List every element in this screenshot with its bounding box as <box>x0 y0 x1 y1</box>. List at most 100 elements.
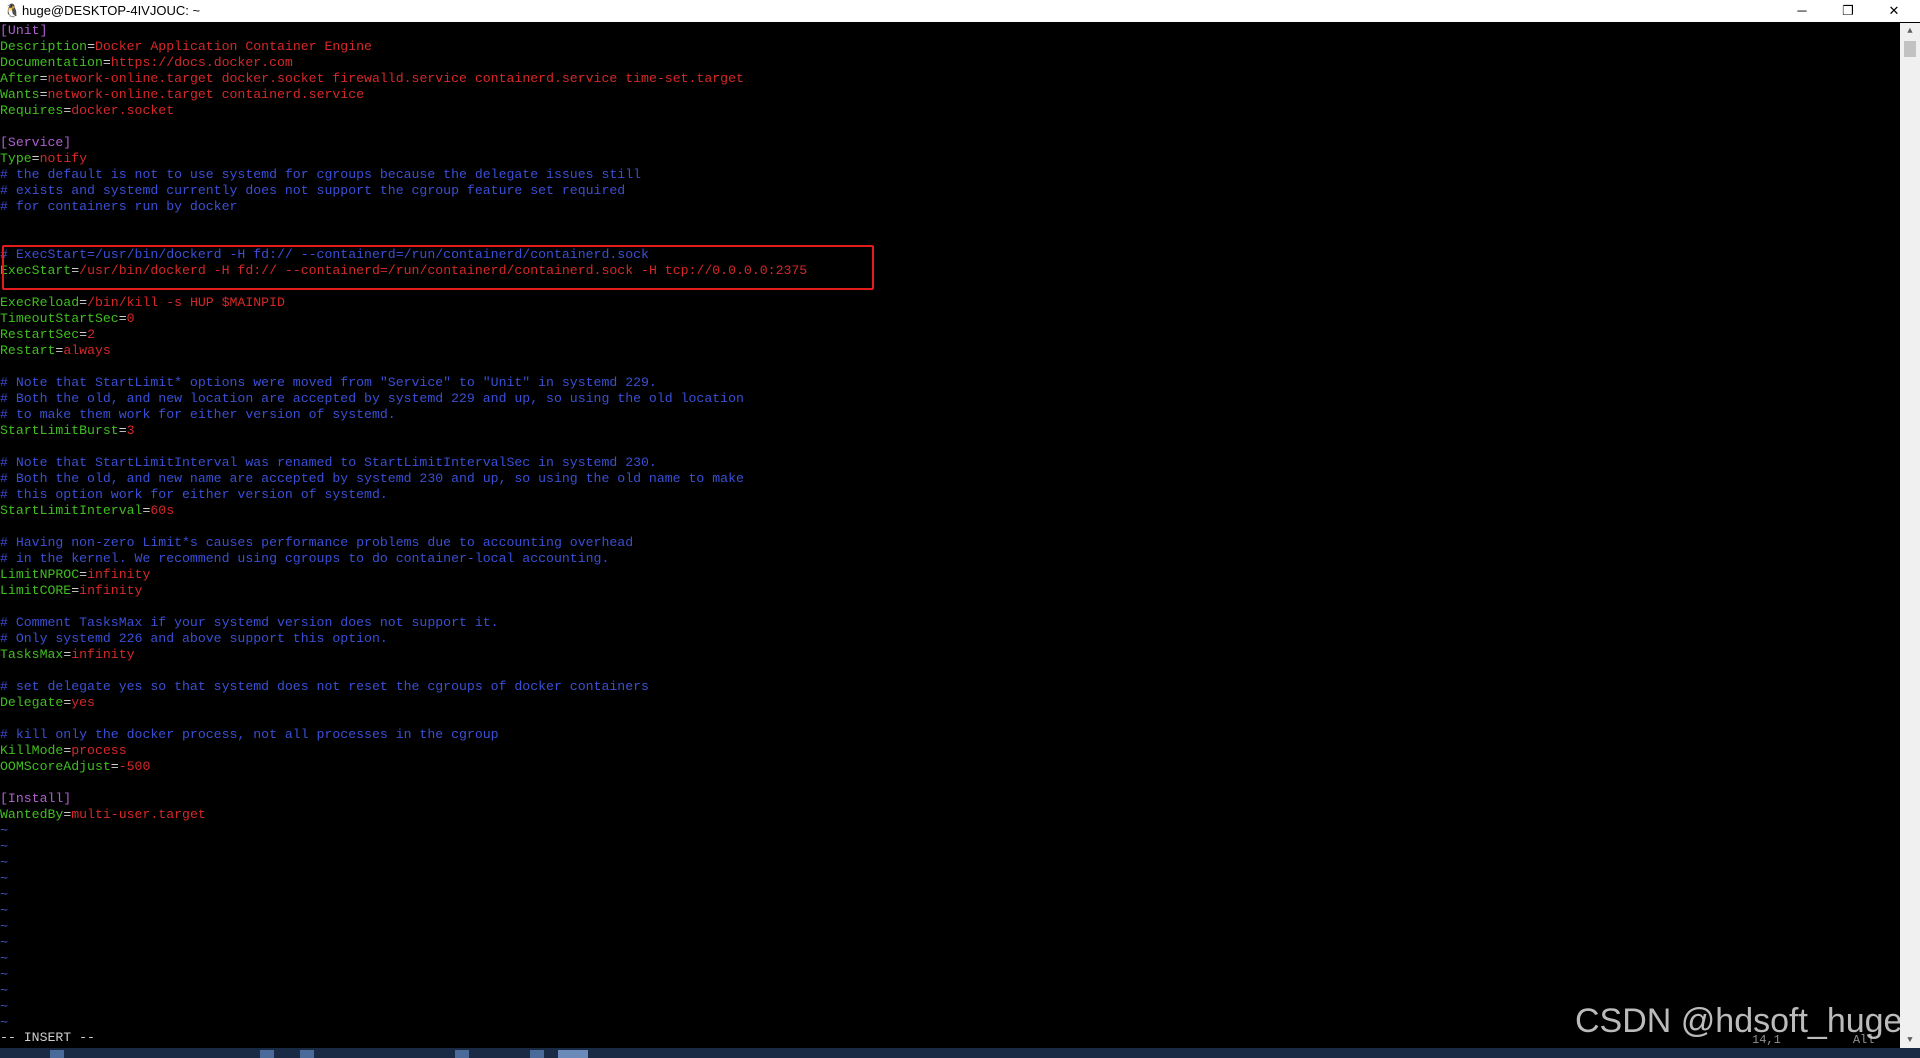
editor-line[interactable]: # Note that StartLimitInterval was renam… <box>0 455 657 471</box>
terminal-area[interactable]: [Unit] Description=Docker Application Con… <box>0 23 1900 1048</box>
comment-text: # for containers run by docker <box>0 199 238 214</box>
config-value: network-online.target containerd.service <box>47 87 365 102</box>
comment-text: # Comment TasksMax if your systemd versi… <box>0 615 499 630</box>
config-value: infinity <box>71 647 135 662</box>
vim-mode-indicator: -- INSERT -- <box>0 1030 95 1045</box>
editor-line[interactable]: Description=Docker Application Container… <box>0 39 372 55</box>
taskbar-app-icon[interactable] <box>260 1050 274 1058</box>
editor-line[interactable]: # Only systemd 226 and above support thi… <box>0 631 388 647</box>
equals-sign: = <box>79 295 88 310</box>
config-value: yes <box>71 695 95 710</box>
empty-buffer-line[interactable]: ~ <box>0 855 8 871</box>
scroll-up-icon[interactable]: ▲ <box>1900 23 1920 39</box>
editor-line[interactable]: # to make them work for either version o… <box>0 407 396 423</box>
editor-line[interactable]: [Install] <box>0 791 71 807</box>
empty-buffer-line[interactable]: ~ <box>0 887 8 903</box>
editor-line[interactable]: # this option work for either version of… <box>0 487 388 503</box>
empty-buffer-line[interactable]: ~ <box>0 919 8 935</box>
editor-line[interactable]: StartLimitBurst=3 <box>0 423 135 439</box>
comment-text: # Only systemd 226 and above support thi… <box>0 631 388 646</box>
comment-text: # kill only the docker process, not all … <box>0 727 499 742</box>
editor-line[interactable]: Wants=network-online.target containerd.s… <box>0 87 364 103</box>
section-header: [Install] <box>0 791 72 806</box>
scroll-thumb[interactable] <box>1904 41 1916 57</box>
config-key: KillMode <box>0 743 64 758</box>
config-value: multi-user.target <box>71 807 206 822</box>
restore-button[interactable]: ❐ <box>1826 0 1870 22</box>
editor-line[interactable]: TimeoutStartSec=0 <box>0 311 135 327</box>
empty-buffer-line[interactable]: ~ <box>0 903 8 919</box>
editor-line[interactable]: # Comment TasksMax if your systemd versi… <box>0 615 499 631</box>
config-key: After <box>0 71 40 86</box>
tilde-marker: ~ <box>0 823 8 838</box>
taskbar-app-icon[interactable] <box>50 1050 64 1058</box>
empty-buffer-line[interactable]: ~ <box>0 951 8 967</box>
tilde-marker: ~ <box>0 967 8 982</box>
editor-line[interactable]: [Unit] <box>0 23 47 39</box>
editor-line[interactable]: Restart=always <box>0 343 111 359</box>
taskbar-active-app-icon[interactable] <box>558 1050 588 1058</box>
taskbar-app-icon[interactable] <box>530 1050 544 1058</box>
config-key: LimitCORE <box>0 583 72 598</box>
editor-line[interactable]: # kill only the docker process, not all … <box>0 727 499 743</box>
editor-line[interactable]: TasksMax=infinity <box>0 647 135 663</box>
editor-line[interactable]: # Note that StartLimit* options were mov… <box>0 375 657 391</box>
vertical-scrollbar[interactable]: ▲ ▼ <box>1900 23 1920 1048</box>
config-key: RestartSec <box>0 327 80 342</box>
tilde-marker: ~ <box>0 887 8 902</box>
editor-line[interactable]: KillMode=process <box>0 743 127 759</box>
editor-line[interactable]: OOMScoreAdjust=-500 <box>0 759 150 775</box>
taskbar-app-icon[interactable] <box>455 1050 469 1058</box>
config-key: Description <box>0 39 88 54</box>
config-key: Type <box>0 151 32 166</box>
config-value: network-online.target docker.socket fire… <box>47 71 744 86</box>
editor-line[interactable]: # set delegate yes so that systemd does … <box>0 679 649 695</box>
config-key: ExecReload <box>0 295 80 310</box>
minimize-button[interactable]: ─ <box>1780 0 1824 22</box>
editor-line[interactable]: Type=notify <box>0 151 87 167</box>
tilde-marker: ~ <box>0 951 8 966</box>
tilde-marker: ~ <box>0 903 8 918</box>
config-value: infinity <box>87 567 151 582</box>
comment-text: # Note that StartLimit* options were mov… <box>0 375 657 390</box>
editor-line[interactable]: # exists and systemd currently does not … <box>0 183 625 199</box>
editor-line[interactable]: Documentation=https://docs.docker.com <box>0 55 293 71</box>
editor-line[interactable]: # the default is not to use systemd for … <box>0 167 641 183</box>
editor-line[interactable]: Requires=docker.socket <box>0 103 174 119</box>
equals-sign: = <box>87 39 95 54</box>
config-key: StartLimitBurst <box>0 423 119 438</box>
editor-line[interactable]: Delegate=yes <box>0 695 95 711</box>
config-value: infinity <box>79 583 143 598</box>
editor-line[interactable]: LimitCORE=infinity <box>0 583 142 599</box>
empty-buffer-line[interactable]: ~ <box>0 999 8 1015</box>
editor-line[interactable]: After=network-online.target docker.socke… <box>0 71 744 87</box>
editor-line[interactable]: # in the kernel. We recommend using cgro… <box>0 551 609 567</box>
editor-line[interactable]: [Service] <box>0 135 71 151</box>
editor-line[interactable]: StartLimitInterval=60s <box>0 503 174 519</box>
editor-line[interactable]: # for containers run by docker <box>0 199 237 215</box>
taskbar-app-icon[interactable] <box>300 1050 314 1058</box>
empty-buffer-line[interactable]: ~ <box>0 1015 8 1031</box>
equals-sign: = <box>118 423 127 438</box>
empty-buffer-line[interactable]: ~ <box>0 871 8 887</box>
comment-text: # Both the old, and new location are acc… <box>0 391 744 406</box>
highlight-annotation-box <box>2 245 874 290</box>
editor-line[interactable]: # Both the old, and new location are acc… <box>0 391 744 407</box>
editor-line[interactable]: ExecReload=/bin/kill -s HUP $MAINPID <box>0 295 285 311</box>
editor-line[interactable]: WantedBy=multi-user.target <box>0 807 206 823</box>
empty-buffer-line[interactable]: ~ <box>0 983 8 999</box>
editor-line[interactable]: # Having non-zero Limit*s causes perform… <box>0 535 633 551</box>
close-button[interactable]: ✕ <box>1872 0 1916 22</box>
empty-buffer-line[interactable]: ~ <box>0 967 8 983</box>
empty-buffer-line[interactable]: ~ <box>0 935 8 951</box>
editor-line[interactable]: LimitNPROC=infinity <box>0 567 150 583</box>
empty-buffer-line[interactable]: ~ <box>0 839 8 855</box>
empty-buffer-line[interactable]: ~ <box>0 823 8 839</box>
scroll-down-icon[interactable]: ▼ <box>1900 1032 1920 1048</box>
config-key: Delegate <box>0 695 64 710</box>
config-key: TimeoutStartSec <box>0 311 119 326</box>
editor-line[interactable]: RestartSec=2 <box>0 327 95 343</box>
config-key: Wants <box>0 87 40 102</box>
csdn-watermark: CSDN @hdsoft_huge <box>1575 1002 1903 1040</box>
editor-line[interactable]: # Both the old, and new name are accepte… <box>0 471 744 487</box>
